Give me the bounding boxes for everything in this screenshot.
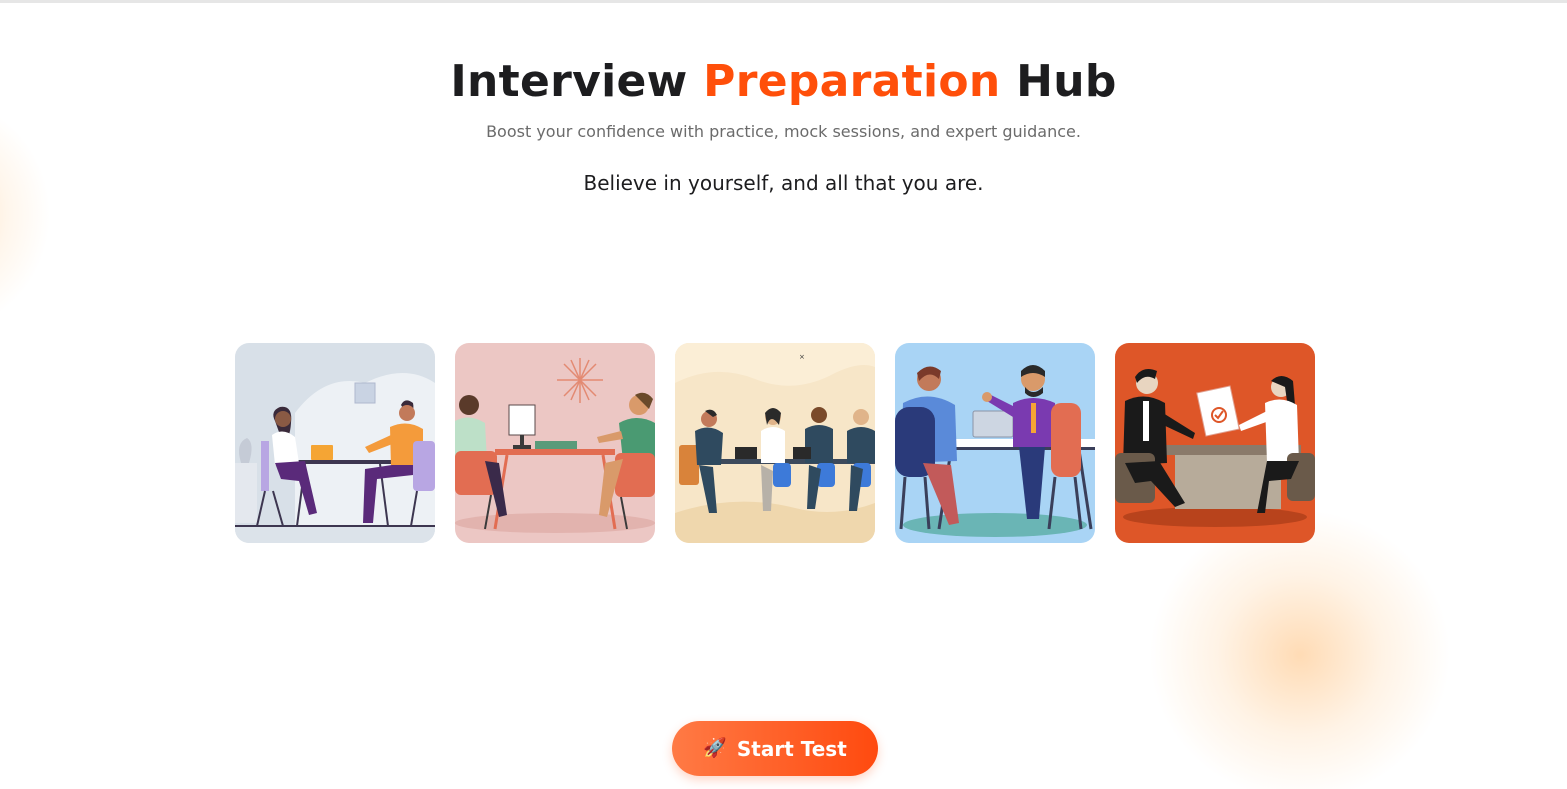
page-title: Interview Preparation Hub xyxy=(0,56,1567,107)
illustration-gallery: × xyxy=(235,343,1315,543)
rocket-icon: 🚀 xyxy=(703,737,727,759)
page: Interview Preparation Hub Boost your con… xyxy=(0,0,1567,789)
start-test-button[interactable]: 🚀 Start Test xyxy=(672,721,878,776)
motivational-quote: Believe in yourself, and all that you ar… xyxy=(583,171,984,195)
illustration-card-discussion[interactable] xyxy=(895,343,1095,543)
panel-interview-illustration: × xyxy=(675,343,875,543)
illustration-card-one-on-one[interactable] xyxy=(235,343,435,543)
page-subtitle: Boost your confidence with practice, moc… xyxy=(486,122,1081,141)
friendly-discussion-illustration xyxy=(895,343,1095,543)
start-test-label: Start Test xyxy=(736,736,847,761)
title-word-interview: Interview xyxy=(450,56,688,107)
illustration-card-desk[interactable] xyxy=(455,343,655,543)
title-word-hub: Hub xyxy=(1016,56,1117,107)
svg-text:×: × xyxy=(799,353,805,361)
illustration-card-panel[interactable]: × xyxy=(675,343,875,543)
desk-interview-illustration xyxy=(455,343,655,543)
top-divider xyxy=(0,0,1567,3)
decorative-glow-right xyxy=(1150,510,1450,789)
title-word-preparation: Preparation xyxy=(703,56,1001,107)
illustration-card-document[interactable] xyxy=(1115,343,1315,543)
document-review-illustration xyxy=(1115,343,1315,543)
one-on-one-interview-illustration xyxy=(235,343,435,543)
